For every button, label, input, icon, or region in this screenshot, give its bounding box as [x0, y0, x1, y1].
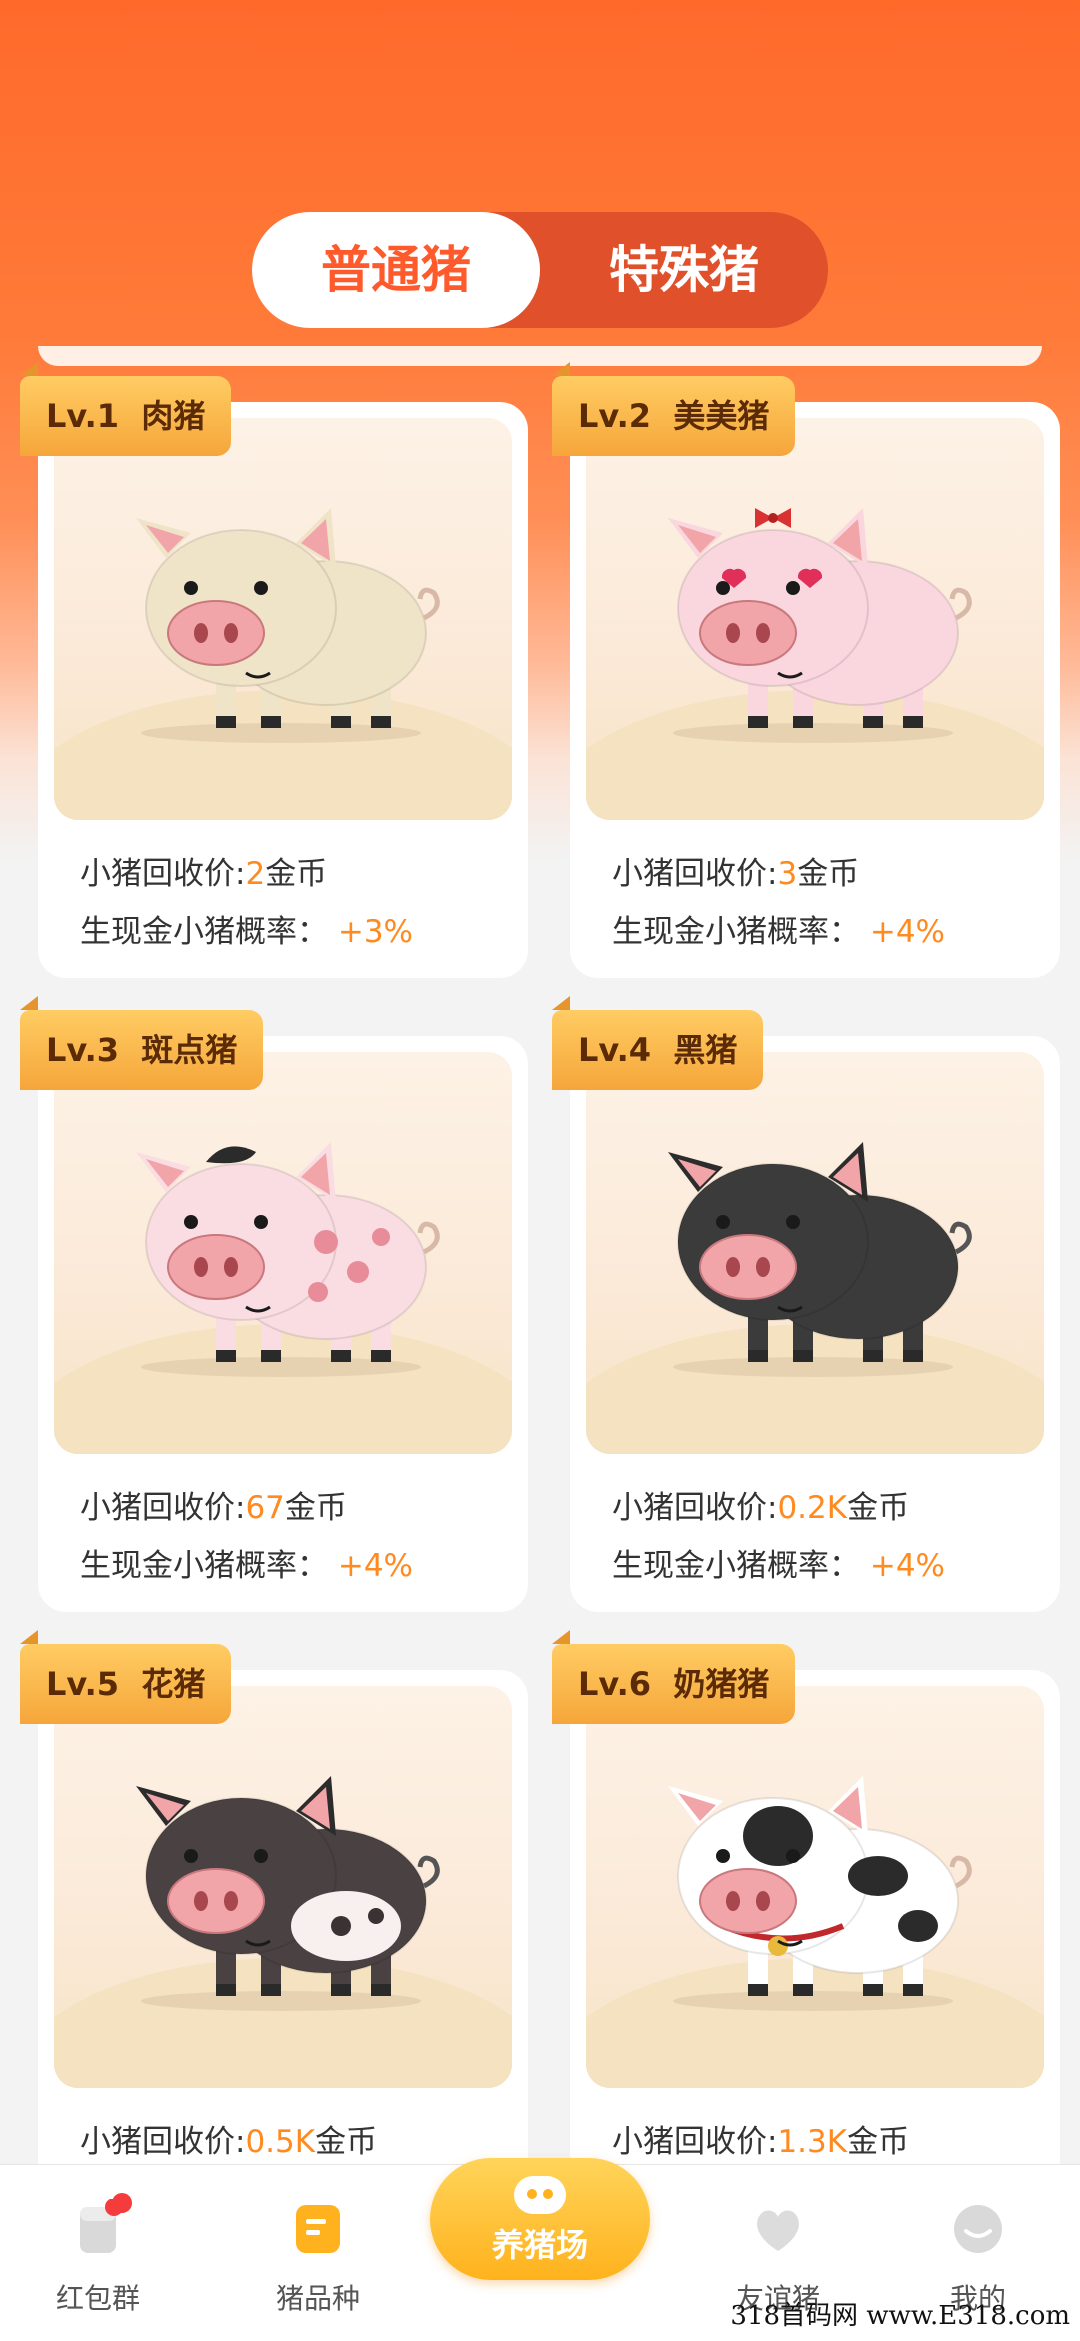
pig-scene	[586, 1686, 1044, 2088]
pig-scene	[586, 418, 1044, 820]
chance-value: +3%	[337, 914, 414, 950]
price-value: 67	[245, 1490, 285, 1526]
recycle-price: 小猪回收价:3金币	[612, 856, 860, 892]
recycle-price: 小猪回收价:2金币	[80, 856, 328, 892]
pretty-pig-icon	[668, 508, 972, 743]
pig-name: 肉猪	[141, 397, 206, 435]
cash-pig-chance: 生现金小猪概率： +3%	[80, 914, 414, 950]
level-text: Lv.3	[46, 1031, 120, 1069]
watermark: 318首码网 www.E318.com	[730, 2301, 1070, 2331]
pig-name: 美美猪	[673, 397, 770, 435]
pig-name: 花猪	[141, 1665, 206, 1703]
recycle-price: 小猪回收价:0.5K金币	[80, 2124, 378, 2160]
chance-value: +4%	[337, 1548, 414, 1584]
level-text: Lv.6	[578, 1665, 652, 1703]
level-text: Lv.4	[578, 1031, 652, 1069]
header-divider	[38, 346, 1042, 366]
pig-scene	[54, 1686, 512, 2088]
notification-dot	[112, 2193, 132, 2213]
patched-pig-icon	[136, 1776, 440, 2011]
tab-pig-breeds[interactable]: 猪品种	[248, 2165, 388, 2341]
pig-scene	[54, 1052, 512, 1454]
pig-card[interactable]: Lv.1 肉猪 小猪回收价:2金币 生现金小猪概率： +3%	[20, 376, 528, 978]
cash-pig-chance: 生现金小猪概率： +4%	[612, 1548, 946, 1584]
price-value: 3	[777, 856, 798, 892]
pig-farm-icon	[514, 2176, 566, 2214]
cow-pig-icon	[668, 1776, 972, 2011]
plain-pig-icon	[136, 508, 440, 743]
recycle-price: 小猪回收价:0.2K金币	[612, 1490, 910, 1526]
recycle-price: 小猪回收价:1.3K金币	[612, 2124, 910, 2160]
pig-name: 斑点猪	[141, 1031, 238, 1069]
pig-name: 黑猪	[673, 1031, 738, 1069]
cash-pig-chance: 生现金小猪概率： +4%	[80, 1548, 414, 1584]
level-badge: Lv.1 肉猪	[20, 376, 232, 456]
level-text: Lv.2	[578, 397, 652, 435]
spotted-pig-icon	[136, 1142, 440, 1377]
pig-breeds-icon	[296, 2205, 340, 2253]
price-value: 1.3K	[777, 2124, 848, 2160]
tab-pig-farm[interactable]: 养猪场	[430, 2158, 650, 2280]
level-badge: Lv.2 美美猪	[552, 376, 796, 456]
level-badge: Lv.5 花猪	[20, 1644, 232, 1724]
price-value: 0.5K	[245, 2124, 316, 2160]
pig-scene	[54, 418, 512, 820]
level-badge: Lv.3 斑点猪	[20, 1010, 264, 1090]
pig-card[interactable]: Lv.5 花猪 小猪回收价:0.5K金币	[20, 1644, 528, 2246]
chance-value: +4%	[869, 914, 946, 950]
black-pig-icon	[668, 1142, 972, 1377]
level-text: Lv.5	[46, 1665, 120, 1703]
pig-card[interactable]: Lv.3 斑点猪 小猪回收价:67金币 生现金小猪概率： +4%	[20, 1010, 528, 1612]
cash-pig-chance: 生现金小猪概率： +4%	[612, 914, 946, 950]
level-badge: Lv.6 奶猪猪	[552, 1644, 796, 1724]
tab-normal-pig[interactable]: 普通猪	[252, 212, 540, 328]
tab-special-pig[interactable]: 特殊猪	[540, 212, 828, 328]
price-value: 2	[245, 856, 266, 892]
pig-card[interactable]: Lv.2 美美猪 小猪回收价:3金币 生现金小猪概率： +4%	[552, 376, 1060, 978]
friendship-pig-icon	[757, 2210, 799, 2251]
recycle-price: 小猪回收价:67金币	[80, 1490, 347, 1526]
pig-scene	[586, 1052, 1044, 1454]
tab-red-packet-group[interactable]: 红包群	[28, 2165, 168, 2341]
pig-name: 奶猪猪	[673, 1665, 770, 1703]
pig-card[interactable]: Lv.4 黑猪 小猪回收价:0.2K金币 生现金小猪概率： +4%	[552, 1010, 1060, 1612]
profile-icon	[954, 2205, 1002, 2253]
level-badge: Lv.4 黑猪	[552, 1010, 764, 1090]
price-value: 0.2K	[777, 1490, 848, 1526]
chance-value: +4%	[869, 1548, 946, 1584]
pig-card[interactable]: Lv.6 奶猪猪 小猪回收价:1.3K金币	[552, 1644, 1060, 2246]
pig-type-segmented-control: 普通猪 特殊猪	[252, 212, 828, 328]
level-text: Lv.1	[46, 397, 120, 435]
